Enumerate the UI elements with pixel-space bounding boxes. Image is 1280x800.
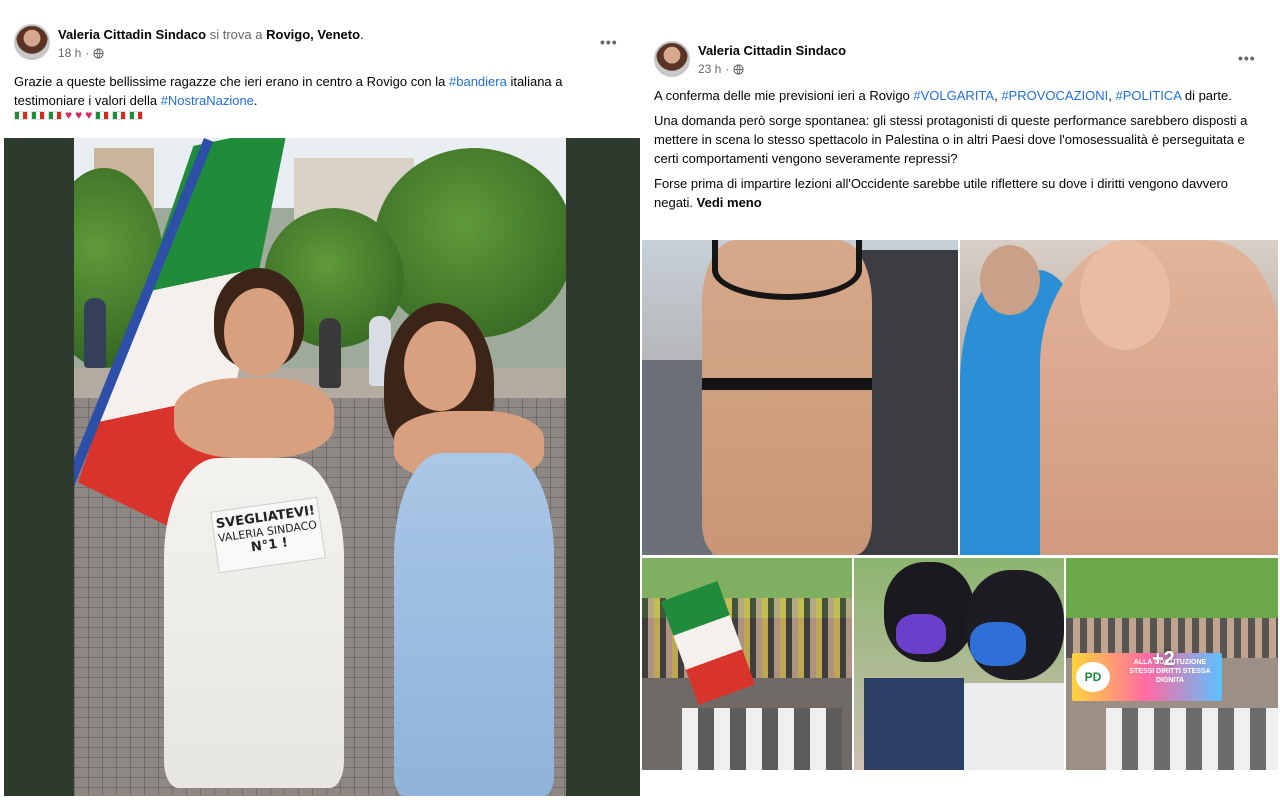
text-part: . [253,93,258,108]
emoji-row: ♥ ♥ ♥ [14,108,144,122]
hashtag-nostranazione[interactable]: #NostraNazione [161,93,254,108]
see-less-link[interactable]: Vedi meno [697,195,762,210]
dot-separator: · [85,46,90,60]
italy-flag-icon [14,110,28,120]
italy-flag-icon [31,110,45,120]
italy-flag-icon [112,110,127,120]
belt [702,378,872,390]
heart-icon: ♥ [65,108,73,122]
hashtag-politica[interactable]: #POLITICA [1115,88,1181,103]
paragraph-3: Forse prima di impartire lezioni all'Occ… [654,174,1264,212]
post-time[interactable]: 18 h [58,46,81,60]
right-post: Valeria Cittadin Sindaco 23 h · ••• A co… [642,32,1278,774]
hashtag-bandiera[interactable]: #bandiera [449,74,507,89]
heart-icon: ♥ [85,108,93,122]
more-options-button[interactable]: ••• [1238,50,1256,66]
blue-snout [970,622,1026,666]
harness [712,240,862,300]
photo-tile[interactable]: PD ALLA COSTITUZIONE STESSI DIRITTI STES… [1066,558,1278,770]
crosswalk [682,708,842,770]
purple-snout [896,614,946,654]
checkin-connector: si trova a [209,27,263,42]
heart-icon: ♥ [75,108,83,122]
italy-flag-icon [48,110,62,120]
paragraph-2: Una domanda però sorge spontanea: gli st… [654,113,1248,166]
photo-grid: PD ALLA COSTITUZIONE STESSI DIRITTI STES… [642,240,1278,770]
head [980,245,1040,315]
face [404,321,476,411]
paragraph-1: A conferma delle mie previsioni ieri a R… [654,86,1264,105]
location-suffix: . [360,27,364,42]
left-post: Valeria Cittadin Sindaco si trova a Rovi… [4,14,640,796]
photo-tile[interactable] [854,558,1064,770]
face [224,288,294,376]
more-photos-count[interactable]: +2 [1152,648,1175,671]
text-part: Grazie a queste bellissime ragazze che i… [14,74,450,89]
post-text: Grazie a queste bellissime ragazze che i… [14,72,630,110]
photo-tile[interactable] [642,240,958,555]
checkin-location[interactable]: Rovigo, Veneto [266,27,360,42]
photo-tile[interactable] [960,240,1278,555]
post-text: A conferma delle mie previsioni ieri a R… [654,86,1264,212]
blue-shirt [864,678,964,770]
italy-flag-icon [95,110,110,120]
blue-dress [394,453,554,796]
author-name[interactable]: Valeria Cittadin Sindaco [698,43,846,58]
white-shirt [954,683,1064,770]
author-avatar[interactable] [14,24,50,60]
photo-tile[interactable] [642,558,852,770]
hashtag-provocazioni[interactable]: #PROVOCAZIONI [1001,88,1108,103]
post-meta: 18 h · [58,46,104,60]
photo-scene: SVEGLIATEVI! VALERIA SINDACO N°1 ! [74,138,566,796]
post-header: Valeria Cittadin Sindaco si trova a Rovi… [58,27,364,42]
text-part: A conferma delle mie previsioni ieri a R… [654,88,914,103]
author-avatar[interactable] [654,41,690,77]
shoulders [174,378,334,458]
text-part: di parte. [1181,88,1232,103]
hashtag-volgarita[interactable]: #VOLGARITA [913,88,994,103]
post-time[interactable]: 23 h [698,62,721,76]
italy-flag-icon [129,110,144,120]
crosswalk [1106,708,1278,770]
post-meta: 23 h · [698,62,744,76]
girl-right [354,303,564,796]
pd-logo: PD [1076,662,1110,692]
background-person [84,298,106,368]
globe-icon [93,47,104,59]
author-name[interactable]: Valeria Cittadin Sindaco [58,27,206,42]
face [1080,240,1170,350]
dot-separator: · [725,62,730,76]
post-photo[interactable]: SVEGLIATEVI! VALERIA SINDACO N°1 ! [4,138,640,796]
more-options-button[interactable]: ••• [600,34,618,50]
post-header: Valeria Cittadin Sindaco [698,43,846,58]
globe-icon [733,63,744,75]
